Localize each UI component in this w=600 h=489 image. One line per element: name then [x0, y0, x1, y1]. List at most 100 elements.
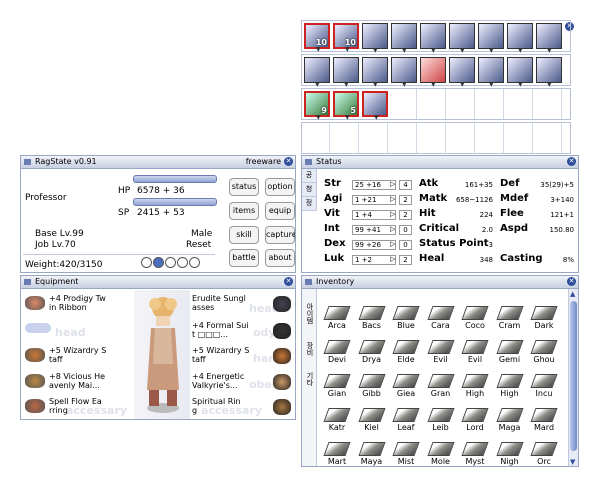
- status-button[interactable]: status: [229, 178, 259, 196]
- hotkey-slot-empty[interactable]: [536, 123, 562, 153]
- battle-button[interactable]: battle: [229, 249, 259, 267]
- equipment-slot-right[interactable]: +4 Formal Sui t □□□...: [192, 321, 249, 339]
- stat-increase-icon[interactable]: ▷: [390, 180, 395, 188]
- skill-icon[interactable]: ▼: [391, 23, 417, 54]
- inventory-item[interactable]: Orc: [529, 442, 559, 466]
- status-tab-1[interactable]: 공: [302, 169, 316, 183]
- skill-icon[interactable]: ▼: [304, 57, 330, 88]
- inventory-item[interactable]: Gran: [426, 374, 456, 398]
- skill-icon[interactable]: ▼: [536, 57, 562, 88]
- skill-icon[interactable]: ▼: [362, 57, 388, 88]
- inventory-item[interactable]: Incu: [529, 374, 559, 398]
- inventory-item[interactable]: Nigh: [495, 442, 525, 466]
- inventory-item[interactable]: Gian: [322, 374, 352, 398]
- skill-icon[interactable]: ▼: [478, 57, 504, 88]
- inventory-item[interactable]: Ghou: [529, 340, 559, 364]
- inventory-item[interactable]: Drya: [357, 340, 387, 364]
- items-button[interactable]: items: [229, 202, 259, 220]
- skill-icon[interactable]: ▼: [391, 57, 417, 88]
- skill-icon[interactable]: ▼: [449, 57, 475, 88]
- inventory-item[interactable]: Blue: [391, 306, 421, 330]
- skill-icon[interactable]: 9 ▼: [304, 91, 330, 121]
- status-close-icon[interactable]: ✕: [567, 157, 576, 166]
- inventory-item[interactable]: Coco: [460, 306, 490, 330]
- inventory-item[interactable]: Dark: [529, 306, 559, 330]
- skill-button[interactable]: skill: [229, 226, 259, 244]
- inventory-tab-item[interactable]: 아이템: [303, 293, 315, 333]
- inventory-item[interactable]: Bacs: [357, 306, 387, 330]
- hotkey-slot-empty[interactable]: [333, 123, 359, 153]
- skill-icon[interactable]: ▼: [478, 23, 504, 54]
- equipment-slot-right[interactable]: +4 Energetic Valkyrie's...: [192, 372, 244, 390]
- inventory-item[interactable]: Gemi: [495, 340, 525, 364]
- status-titlebar[interactable]: Status ✕: [302, 156, 578, 169]
- hotkey-slot-empty[interactable]: [507, 123, 533, 153]
- inventory-item[interactable]: Evil: [426, 340, 456, 364]
- inventory-titlebar[interactable]: Inventory ✕: [302, 276, 578, 289]
- stat-increase-icon[interactable]: ▷: [390, 255, 395, 263]
- skill-icon[interactable]: ▼: [507, 23, 533, 54]
- hotkey-slot-empty[interactable]: [420, 89, 446, 119]
- inventory-item[interactable]: Cram: [495, 306, 525, 330]
- inventory-item[interactable]: Devi: [322, 340, 352, 364]
- skill-icon[interactable]: ▼: [449, 23, 475, 54]
- equipment-titlebar[interactable]: Equipment ✕: [21, 276, 295, 289]
- inventory-item[interactable]: Evil: [460, 340, 490, 364]
- inventory-item[interactable]: Cara: [426, 306, 456, 330]
- hotkey-slot-empty[interactable]: [391, 123, 417, 153]
- radio-5[interactable]: [189, 257, 200, 268]
- hotkey-slot-empty[interactable]: [449, 123, 475, 153]
- hotkey-slot-empty[interactable]: [507, 89, 533, 119]
- inventory-item[interactable]: Mart: [322, 442, 352, 466]
- skill-icon[interactable]: ▼: [333, 57, 359, 88]
- inventory-item[interactable]: Mard: [529, 408, 559, 432]
- stat-increase-icon[interactable]: ▷: [390, 225, 395, 233]
- stat-increase-icon[interactable]: ▷: [390, 210, 395, 218]
- ragstate-titlebar[interactable]: RagState v0.91 freeware ✕: [21, 156, 295, 169]
- ragstate-close-icon[interactable]: ✕: [284, 157, 293, 166]
- equipment-slot-left[interactable]: +5 Wizardry Staff: [49, 346, 106, 364]
- reset-link[interactable]: Reset: [186, 240, 211, 250]
- hotkey-slot-empty[interactable]: [449, 89, 475, 119]
- skill-icon[interactable]: ▼: [420, 23, 446, 54]
- skill-icon[interactable]: ▼: [362, 91, 388, 121]
- scroll-thumb[interactable]: [570, 301, 577, 451]
- inventory-item[interactable]: Maga: [495, 408, 525, 432]
- mode-radios[interactable]: [141, 257, 201, 268]
- radio-2[interactable]: [153, 257, 164, 268]
- inventory-item[interactable]: Giea: [391, 374, 421, 398]
- option-button[interactable]: option: [265, 178, 295, 196]
- skill-icon[interactable]: ▼: [536, 23, 562, 54]
- stat-increase-icon[interactable]: ▷: [390, 240, 395, 248]
- inventory-item[interactable]: Myst: [460, 442, 490, 466]
- skill-icon[interactable]: 10 ▼: [304, 23, 330, 53]
- equipment-slot-right[interactable]: Erudite Sungl asses: [192, 294, 246, 312]
- skill-icon[interactable]: ▼: [507, 57, 533, 88]
- inventory-item[interactable]: High: [460, 374, 490, 398]
- hotkey-slot-empty[interactable]: [478, 89, 504, 119]
- equipment-slot-right[interactable]: +5 Wizardry Staff: [192, 346, 249, 364]
- inventory-item[interactable]: Kiel: [357, 408, 387, 432]
- hotkey-slot-empty[interactable]: [536, 89, 562, 119]
- inventory-item[interactable]: Leib: [426, 408, 456, 432]
- inventory-item[interactable]: Leaf: [391, 408, 421, 432]
- skill-icon[interactable]: 5 ▼: [333, 91, 359, 121]
- hotkey-slot-empty[interactable]: [391, 89, 417, 119]
- skill-icon[interactable]: ▼: [362, 23, 388, 54]
- hotkey-slot-empty[interactable]: [420, 123, 446, 153]
- inventory-item[interactable]: Arca: [322, 306, 352, 330]
- equipment-slot-left[interactable]: Spell Flow Ea rring: [49, 397, 102, 415]
- about-button[interactable]: about: [265, 249, 295, 267]
- inventory-item[interactable]: Mist: [391, 442, 421, 466]
- inventory-item[interactable]: Elde: [391, 340, 421, 364]
- scroll-up-icon[interactable]: ▲: [570, 290, 575, 298]
- skill-icon[interactable]: 10 ▼: [333, 23, 359, 53]
- radio-4[interactable]: [177, 257, 188, 268]
- radio-1[interactable]: [141, 257, 152, 268]
- inventory-item[interactable]: Maya: [357, 442, 387, 466]
- stat-increase-icon[interactable]: ▷: [390, 195, 395, 203]
- inventory-item[interactable]: Gibb: [357, 374, 387, 398]
- inventory-item[interactable]: Mole: [426, 442, 456, 466]
- equipment-slot-left[interactable]: +4 Prodigy Tw in Ribbon: [49, 294, 106, 312]
- hotkey-slot-empty[interactable]: [478, 123, 504, 153]
